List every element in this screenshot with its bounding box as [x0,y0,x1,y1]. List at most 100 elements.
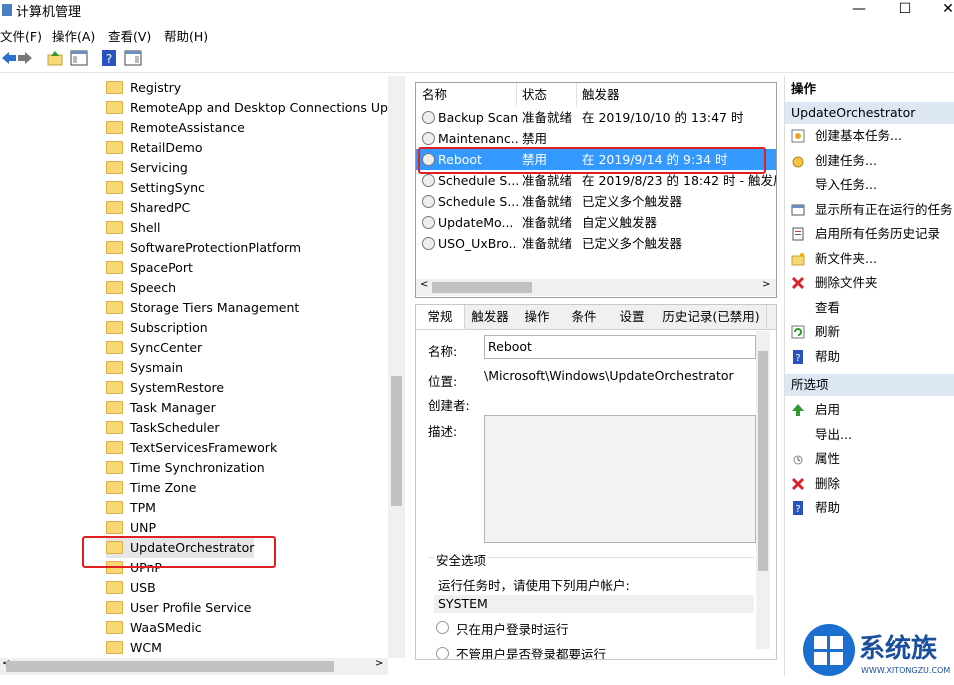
tab-settings[interactable]: 设置 [608,305,657,329]
tree-item[interactable]: Servicing [106,158,188,178]
tree-item[interactable]: TPM [106,498,156,518]
tree-item-label: SyncCenter [130,340,203,355]
tree-vertical-scrollbar[interactable] [388,76,405,658]
close-button[interactable]: ✕ [925,0,954,22]
action-item[interactable]: 删除文件夹 [785,271,954,295]
scroll-thumb[interactable] [758,351,768,571]
tree-item[interactable]: TextServicesFramework [106,438,277,458]
radio-logged-on-only[interactable] [436,621,449,634]
tree-item[interactable]: RemoteAssistance [106,118,245,138]
tree-item[interactable]: TaskScheduler [106,418,220,438]
tree-item[interactable]: SpacePort [106,258,193,278]
actions-section-selected-item[interactable]: 所选项 [785,374,954,396]
tree-item[interactable]: WaaSMedic [106,618,202,638]
tree-item-label: Servicing [130,160,188,175]
help-icon[interactable]: ? [100,49,118,67]
action-item[interactable]: 查看 [785,296,954,320]
tree-item[interactable]: SettingSync [106,178,205,198]
scroll-right-icon[interactable]: > [375,658,383,669]
column-divider [576,83,577,107]
location-label: 位置: [428,374,458,389]
tree-item[interactable]: Sysmain [106,358,183,378]
column-header-trigger[interactable]: 触发器 [582,83,620,107]
forward-arrow-icon[interactable] [16,49,34,67]
tree-item[interactable]: RetailDemo [106,138,202,158]
console-tree[interactable]: Registry RemoteApp and Desktop Connection… [0,76,388,658]
task-clock-icon [422,195,435,208]
action-item[interactable]: 创建基本任务... [785,124,954,148]
minimize-button[interactable]: — [836,0,882,22]
show-hide-action-pane-icon[interactable] [124,49,142,67]
task-row[interactable]: Maintenanc... 禁用 [416,128,776,149]
scroll-right-icon[interactable]: > [762,279,770,290]
action-item[interactable]: 属性 [785,447,954,471]
column-header-status[interactable]: 状态 [522,83,547,107]
menu-action[interactable]: 操作(A) [52,26,95,45]
tree-item[interactable]: SyncCenter [106,338,202,358]
tree-item[interactable]: UNP [106,518,156,538]
action-item[interactable]: 新文件夹... [785,247,954,271]
task-list-hscroll[interactable]: < > [416,279,776,296]
tree-item[interactable]: USB [106,578,156,598]
action-item[interactable]: 启用所有任务历史记录 [785,222,954,246]
tree-item[interactable]: Speech [106,278,176,298]
toolbar: ? [0,44,954,73]
column-header-name[interactable]: 名称 [422,83,447,107]
tree-item[interactable]: Subscription [106,318,208,338]
tree-item[interactable]: SharedPC [106,198,190,218]
tree-item[interactable]: SoftwareProtectionPlatform [106,238,301,258]
menu-view[interactable]: 查看(V) [108,26,151,45]
action-item[interactable]: 刷新 [785,320,954,344]
tab-history[interactable]: 历史记录(已禁用) [656,305,767,329]
task-row[interactable]: Backup Scan 准备就绪在 2019/10/10 的 13:47 时 [416,107,776,128]
tree-item[interactable]: Storage Tiers Management [106,298,299,318]
menu-help[interactable]: 帮助(H) [164,26,208,45]
details-vertical-scrollbar[interactable] [756,331,770,649]
scroll-thumb[interactable] [432,282,532,293]
scroll-left-icon[interactable]: < [420,279,428,290]
task-trigger: 自定义触发器 [582,215,658,230]
task-row[interactable]: Schedule S... 准备就绪 已定义多个触发器 [416,191,776,212]
action-item[interactable]: ? 帮助 [785,345,954,369]
scroll-thumb[interactable] [6,661,334,672]
action-item[interactable]: 导出... [785,423,954,447]
description-field[interactable] [484,415,756,543]
tree-horizontal-scrollbar[interactable]: < > [0,658,388,675]
task-list[interactable]: 名称 状态 触发器 Backup Scan 准备就绪在 2019/10/10 的 … [415,82,777,298]
task-row[interactable]: UpdateMo... 准备就绪 自定义触发器 [416,212,776,233]
task-name: Backup Scan [438,110,518,125]
folder-icon [106,181,123,194]
action-label: 启用 [815,402,841,417]
tree-item[interactable]: Task Manager [106,398,216,418]
action-item[interactable]: 启用 [785,398,954,422]
tree-item[interactable]: Time Zone [106,478,196,498]
scroll-thumb[interactable] [391,376,402,506]
name-field[interactable]: Reboot [484,335,756,359]
tree-item[interactable]: SystemRestore [106,378,224,398]
folder-icon [106,261,123,274]
action-item[interactable]: 导入任务... [785,173,954,197]
tree-item[interactable]: RemoteApp and Desktop Connections Upda [106,98,388,118]
task-row[interactable]: USO_UxBro... 准备就绪 已定义多个触发器 [416,233,776,254]
tab-actions[interactable]: 操作 [514,305,561,329]
action-label: 显示所有正在运行的任务 [815,201,953,217]
action-item[interactable]: ? 帮助 [785,496,954,520]
tab-general[interactable]: 常规 [416,305,465,329]
action-item[interactable]: 显示所有正在运行的任务 [785,198,954,222]
show-hide-console-tree-icon[interactable] [70,49,88,67]
tab-triggers[interactable]: 触发器 [466,305,515,329]
tab-conditions[interactable]: 条件 [560,305,609,329]
action-item[interactable]: 创建任务... [785,149,954,173]
tree-item[interactable]: Time Synchronization [106,458,265,478]
tree-item[interactable]: Shell [106,218,161,238]
task-status: 准备就绪 [522,110,573,125]
action-item[interactable]: 删除 [785,472,954,496]
tree-item[interactable]: WCM [106,638,162,658]
tree-item[interactable]: User Profile Service [106,598,252,618]
menu-file[interactable]: 文件(F) [0,26,42,45]
radio-whether-logged-on[interactable] [436,647,449,659]
actions-section-update-orchestrator[interactable]: UpdateOrchestrator [785,102,954,124]
maximize-button[interactable]: ☐ [882,0,928,22]
tree-item[interactable]: Registry [106,78,181,98]
up-folder-icon[interactable] [46,49,64,67]
